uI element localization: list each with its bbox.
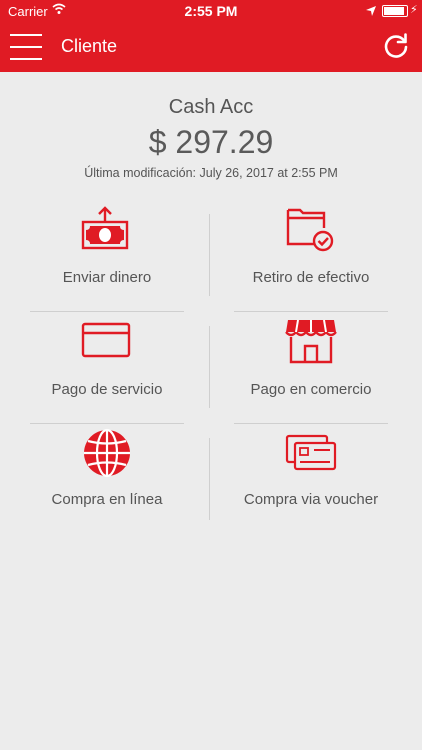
withdraw-cash-label: Retiro de efectivo — [252, 269, 370, 286]
divider — [209, 326, 210, 408]
send-money-button[interactable]: Enviar dinero — [17, 206, 197, 316]
online-purchase-label: Compra en línea — [51, 491, 163, 508]
battery-icon — [382, 5, 408, 17]
divider — [30, 311, 184, 312]
divider — [209, 214, 210, 296]
service-payment-card-icon — [17, 318, 197, 374]
refresh-icon[interactable] — [382, 32, 410, 60]
charging-bolt-icon: ⚡ — [410, 4, 418, 16]
store-icon — [221, 318, 401, 374]
send-money-icon — [17, 206, 197, 262]
service-payment-button[interactable]: Pago de servicio — [17, 318, 197, 428]
account-balance: $ 297.29 — [148, 124, 274, 160]
withdraw-cash-button[interactable]: Retiro de efectivo — [221, 206, 401, 316]
withdraw-cash-icon — [221, 206, 401, 262]
nav-bar: Cliente — [0, 22, 422, 72]
last-modified-text: Última modificación: July 26, 2017 at 2:… — [84, 166, 338, 180]
status-bar: Carrier 2:55 PM ⚡ — [0, 0, 422, 22]
account-name: Cash Acc — [168, 96, 254, 118]
voucher-purchase-button[interactable]: Compra via voucher — [221, 428, 401, 538]
service-payment-label: Pago de servicio — [51, 381, 163, 398]
divider — [234, 423, 388, 424]
divider — [209, 438, 210, 520]
status-time: 2:55 PM — [184, 3, 238, 19]
globe-icon — [17, 428, 197, 484]
location-arrow-icon — [366, 4, 376, 19]
divider — [30, 423, 184, 424]
hamburger-menu-icon[interactable] — [10, 32, 42, 62]
online-purchase-button[interactable]: Compra en línea — [17, 428, 197, 538]
store-payment-label: Pago en comercio — [250, 381, 372, 398]
voucher-cards-icon — [221, 428, 401, 484]
send-money-label: Enviar dinero — [62, 269, 152, 286]
divider — [234, 311, 388, 312]
page-title: Cliente — [61, 36, 118, 56]
app-header: Carrier 2:55 PM ⚡ Cliente — [0, 0, 422, 72]
store-payment-button[interactable]: Pago en comercio — [221, 318, 401, 428]
voucher-purchase-label: Compra via voucher — [243, 491, 379, 508]
